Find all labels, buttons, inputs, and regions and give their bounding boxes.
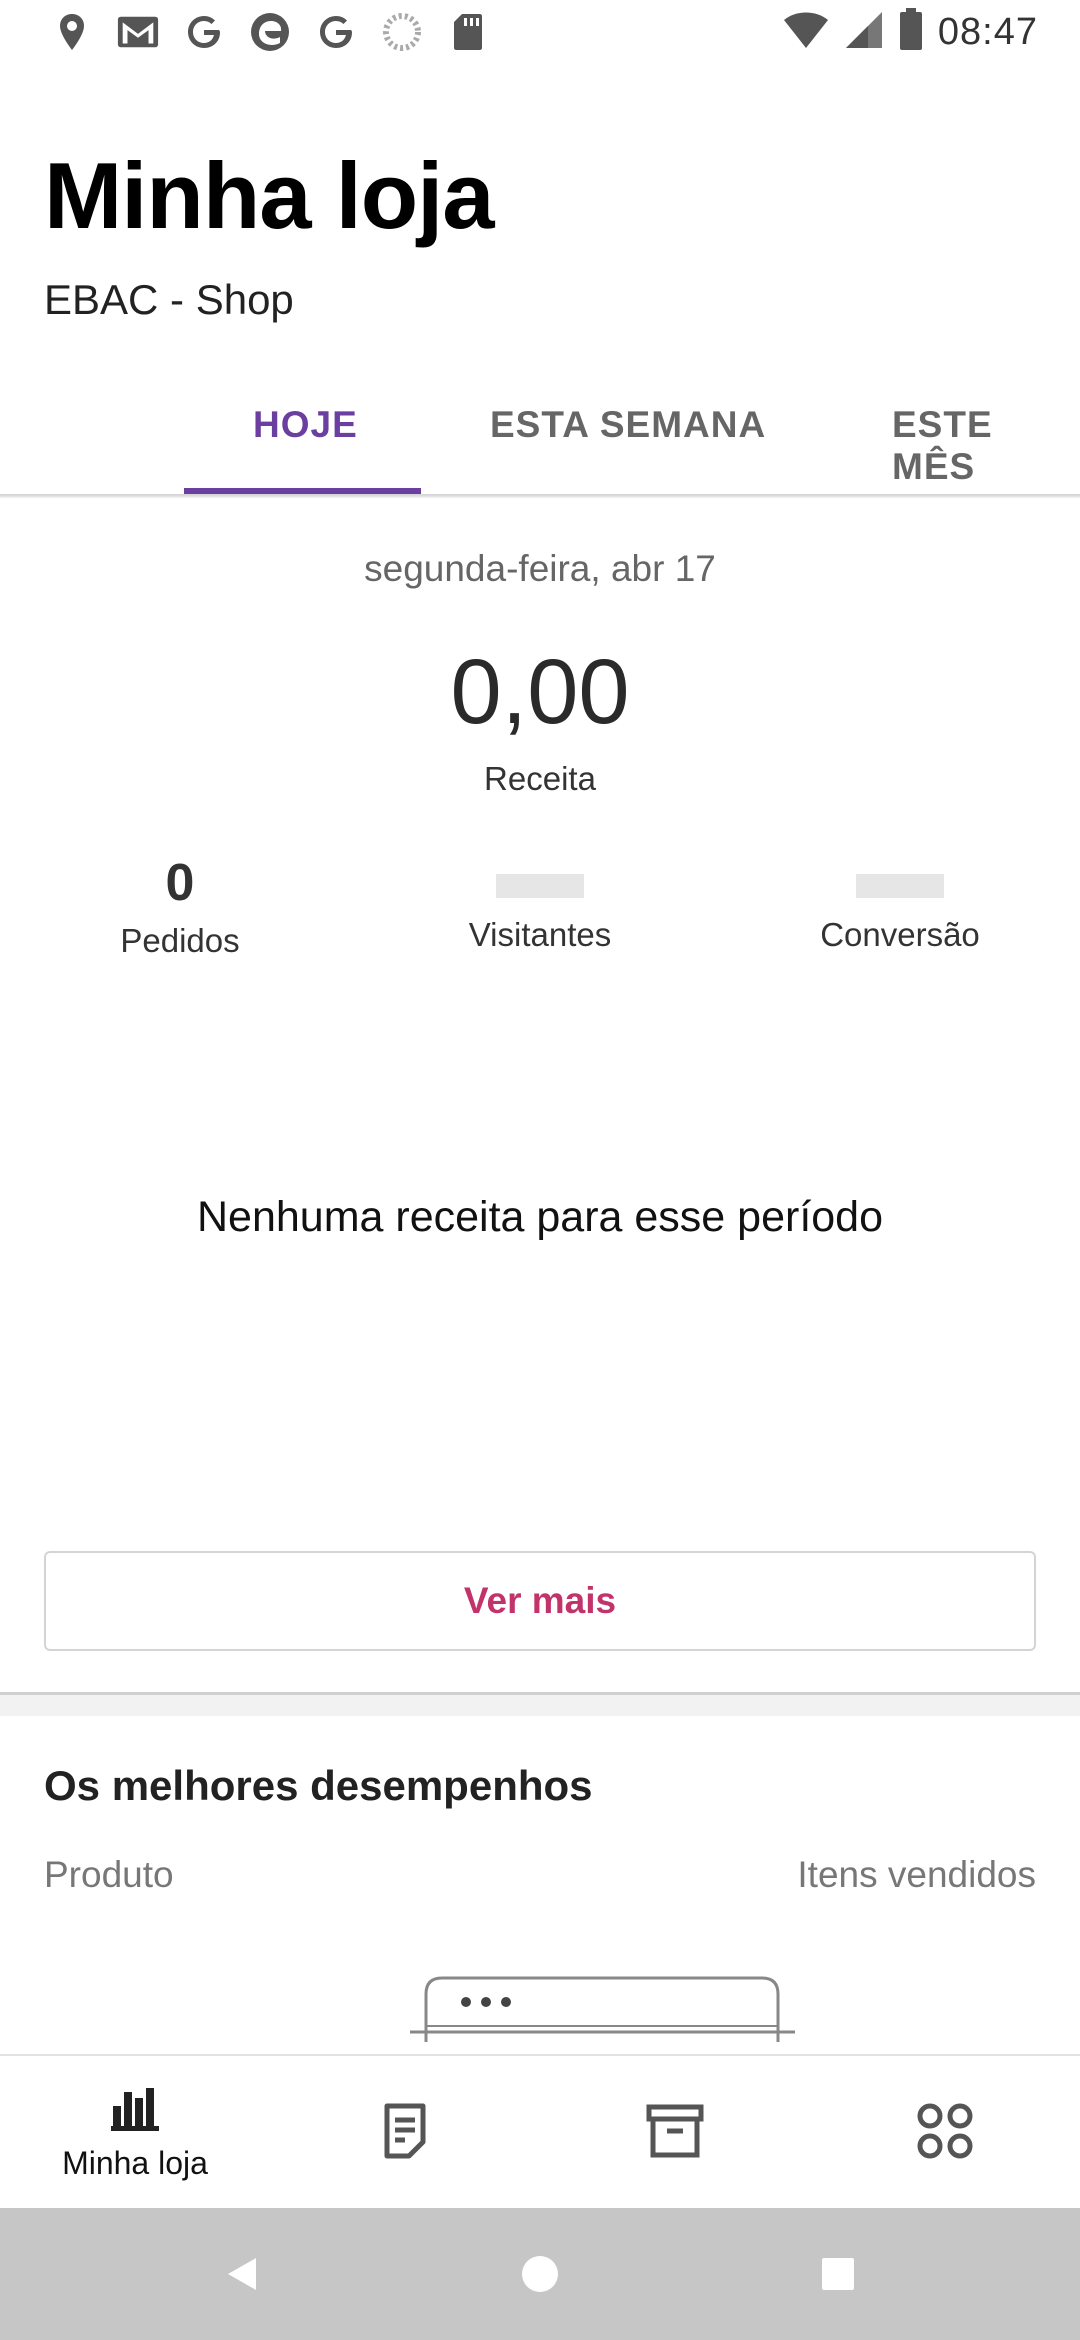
archive-icon [646, 2103, 704, 2164]
top-performers-title: Os melhores desempenhos [44, 1762, 593, 1809]
tab-this-week[interactable]: ESTA SEMANA [490, 404, 766, 446]
visitors-placeholder [496, 874, 584, 898]
nav-my-store[interactable]: Minha loja [0, 2056, 270, 2210]
visitors-stat: Visitantes [360, 850, 720, 954]
empty-revenue-message: Nenhuma receita para esse período [196, 1193, 884, 1241]
revenue-value: 0,00 [450, 641, 630, 743]
edge-browser-icon [248, 10, 292, 54]
tab-today[interactable]: HOJE [253, 404, 358, 446]
nav-products[interactable] [540, 2056, 810, 2210]
gmail-icon [116, 10, 160, 54]
tabs-divider [0, 494, 1080, 498]
recents-icon[interactable] [808, 2244, 868, 2304]
google-icon [314, 10, 358, 54]
column-header-product: Produto [44, 1854, 174, 1895]
date-label: segunda-feira, abr 17 [364, 548, 716, 589]
conversion-placeholder [856, 874, 944, 898]
section-divider [0, 1692, 1080, 1716]
notification-icons [50, 10, 490, 54]
visitors-label: Visitantes [468, 916, 612, 953]
nav-more[interactable] [810, 2056, 1080, 2210]
orders-label: Pedidos [120, 922, 240, 959]
column-header-items-sold: Itens vendidos [797, 1854, 1036, 1895]
see-more-button[interactable]: Ver mais [44, 1551, 1036, 1651]
store-name: EBAC - Shop [44, 276, 294, 323]
revenue-label: Receita [484, 760, 596, 797]
orders-stat: 0 Pedidos [0, 850, 360, 960]
bar-chart-icon [109, 2084, 161, 2137]
nav-orders[interactable] [270, 2056, 540, 2210]
signal-icon [844, 10, 884, 55]
nav-my-store-label: Minha loja [62, 2145, 208, 2181]
status-bar: 08:47 [0, 0, 1080, 66]
clock: 08:47 [937, 11, 1038, 53]
tab-this-month[interactable]: ESTE MÊS [892, 404, 1080, 488]
period-tabs: HOJE ESTA SEMANA ESTE MÊS [0, 384, 1080, 494]
home-icon[interactable] [510, 2244, 570, 2304]
bottom-navigation: Minha loja [0, 2054, 1080, 2208]
orders-value: 0 [165, 854, 195, 912]
location-icon [50, 10, 94, 54]
orders-icon [381, 2102, 429, 2165]
conversion-stat: Conversão [720, 850, 1080, 954]
back-icon[interactable] [212, 2244, 272, 2304]
google-icon [182, 10, 226, 54]
loading-icon [380, 10, 424, 54]
system-status: 08:47 [782, 8, 1038, 57]
battery-icon [898, 8, 924, 57]
page-title: Minha loja [44, 143, 495, 248]
grid-icon [916, 2102, 974, 2165]
conversion-label: Conversão [820, 916, 980, 953]
sd-card-icon [446, 10, 490, 54]
wifi-icon [782, 10, 830, 55]
system-navigation-bar [0, 2208, 1080, 2340]
empty-state-illustration [400, 1972, 800, 2052]
